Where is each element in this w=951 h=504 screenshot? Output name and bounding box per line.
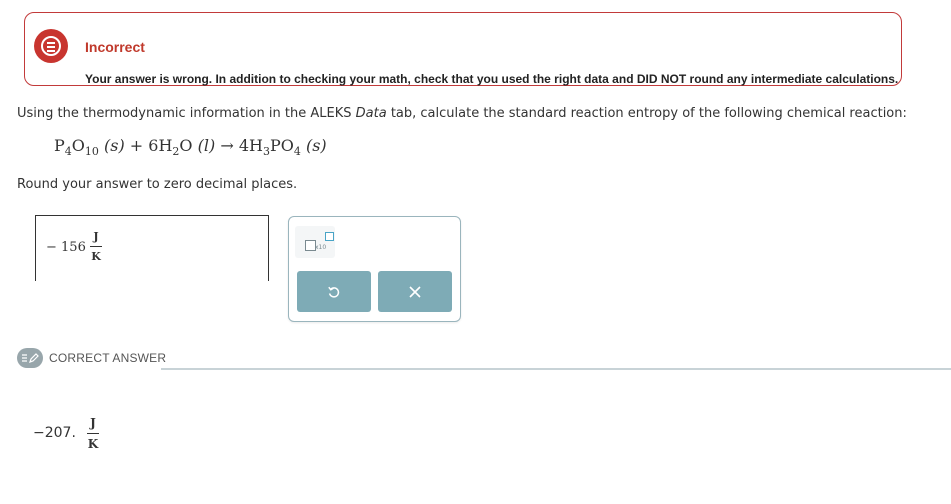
rounding-instruction: Round your answer to zero decimal places… [17, 177, 298, 192]
answer-unit: J K [90, 230, 102, 263]
eq-r1-phase: (s) [103, 136, 125, 155]
eq-r1: P [54, 136, 65, 155]
answer-unit-numerator: J [93, 230, 99, 243]
correct-answer-value: −207. [33, 425, 76, 441]
answer-unit-denominator: K [91, 250, 101, 263]
eq-plus: + [129, 136, 144, 155]
feedback-banner: Incorrect Your answer is wrong. In addit… [24, 12, 902, 86]
correct-unit-denominator: K [87, 437, 99, 451]
eq-r1-mid: O [71, 136, 85, 155]
close-icon [409, 285, 421, 298]
data-tab-link[interactable]: Data [356, 106, 387, 121]
chemical-equation: P4O10 (s) + 6H2O (l) → 4H3PO4 (s) [54, 136, 327, 158]
eq-r2-phase: (l) [197, 136, 216, 155]
answer-value: − 156 [46, 240, 86, 255]
question-suffix: tab, calculate the standard reaction ent… [386, 106, 907, 121]
question-prefix: Using the thermodynamic information in t… [17, 106, 356, 121]
exponent-box-icon [325, 232, 334, 241]
answer-tools-panel: x10 [288, 216, 461, 322]
undo-icon [328, 286, 340, 298]
incorrect-feedback-icon [34, 29, 68, 63]
correct-answer-icon [17, 348, 43, 368]
eq-p-mid: PO [269, 136, 294, 155]
scientific-notation-button[interactable]: x10 [295, 226, 335, 258]
correct-answer-unit: J K [87, 416, 99, 451]
eq-r2: 6H [148, 136, 173, 155]
feedback-message: Your answer is wrong. In addition to che… [85, 72, 899, 86]
x10-label: x10 [315, 244, 327, 251]
eq-p-sub2: 4 [293, 145, 301, 158]
answer-input-box[interactable]: − 156 J K [35, 215, 269, 281]
pencil-list-icon [22, 353, 39, 363]
correct-unit-numerator: J [90, 416, 96, 430]
eq-p-sub1: 3 [262, 145, 270, 158]
eq-r2-mid: O [179, 136, 193, 155]
clear-button[interactable] [378, 271, 452, 312]
feedback-title: Incorrect [85, 39, 145, 55]
correct-answer-divider [161, 368, 951, 370]
eq-r1-sub1: 4 [64, 145, 72, 158]
eq-arrow: → [220, 136, 234, 155]
eq-p: 4H [238, 136, 263, 155]
eq-p-phase: (s) [305, 136, 327, 155]
correct-answer-label[interactable]: CORRECT ANSWER [49, 351, 166, 365]
eq-r1-sub2: 10 [84, 145, 99, 158]
undo-button[interactable] [297, 271, 371, 312]
question-text: Using the thermodynamic information in t… [17, 106, 907, 121]
